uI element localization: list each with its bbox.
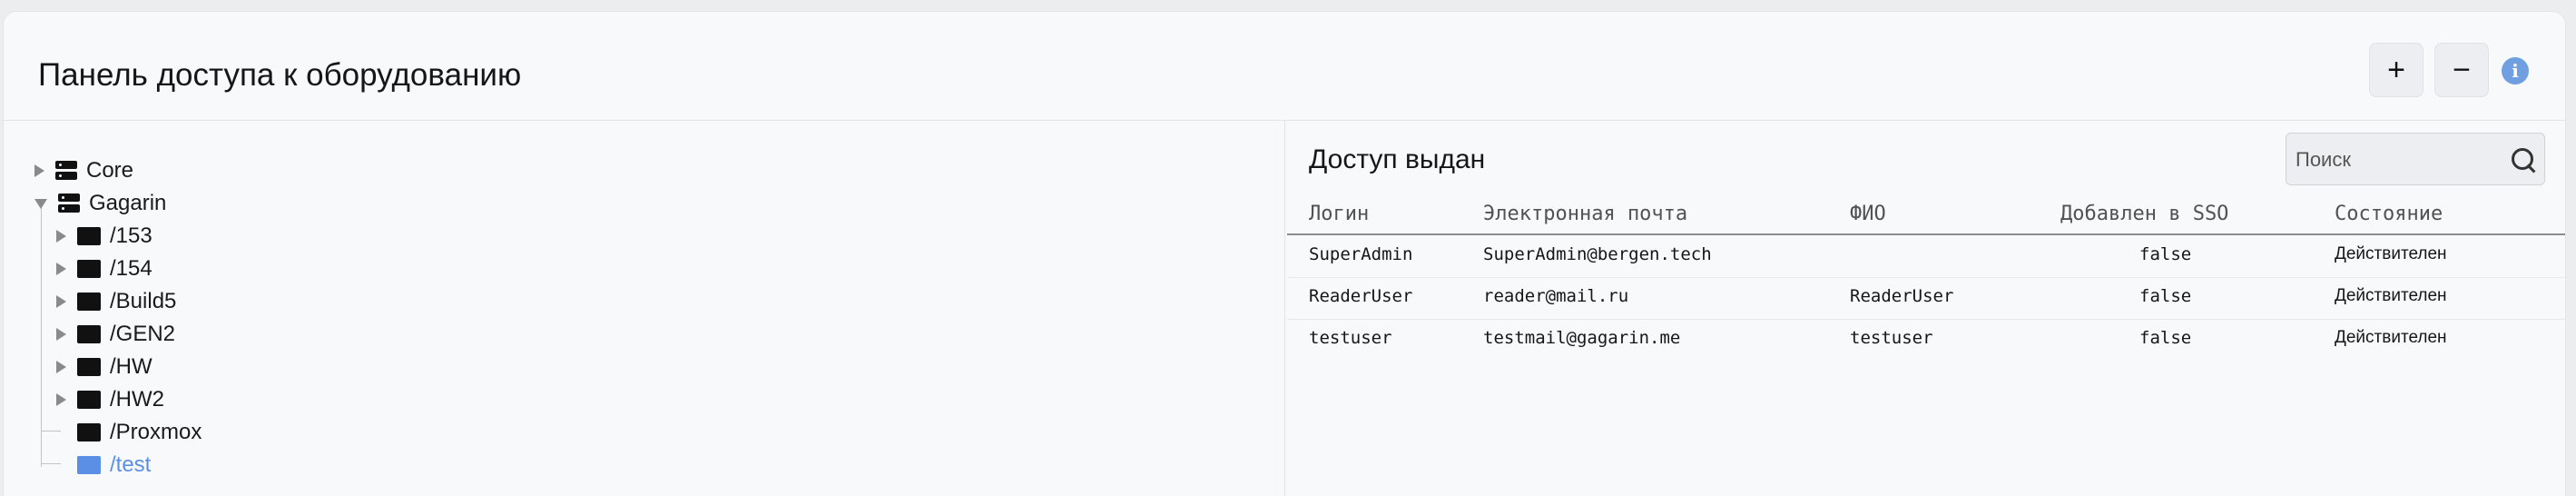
collapse-caret-icon[interactable]: [34, 198, 47, 209]
section-title: Доступ выдан: [1309, 144, 1486, 174]
row-divider: [1287, 319, 2565, 320]
row-divider: [1287, 277, 2565, 278]
cell-login: SuperAdmin: [1309, 244, 1413, 264]
page-title: Панель доступа к оборудованию: [38, 57, 522, 93]
expand-caret-icon[interactable]: [56, 263, 66, 275]
tree-item-label: /Build5: [110, 289, 177, 313]
column-header-email[interactable]: Электронная почта: [1483, 203, 1687, 225]
server-icon: [58, 193, 80, 213]
expand-caret-icon[interactable]: [56, 230, 66, 243]
expand-caret-icon[interactable]: [56, 361, 66, 373]
cell-email: reader@mail.ru: [1483, 286, 1629, 306]
tree-item-label: /154: [110, 256, 152, 281]
expand-caret-icon[interactable]: [56, 328, 66, 341]
cell-state: Действителен: [2335, 328, 2447, 347]
tree-item-label: /HW2: [110, 387, 164, 412]
folder-icon: [77, 391, 101, 409]
column-header-sso[interactable]: Добавлен в SSO: [2060, 203, 2228, 225]
tree-item-gagarin[interactable]: Gagarin: [34, 188, 166, 219]
folder-icon: [77, 325, 101, 343]
search-input[interactable]: [2294, 146, 2506, 174]
tree-item-154[interactable]: /154: [56, 253, 152, 284]
folder-icon: [77, 260, 101, 278]
cell-login: testuser: [1309, 328, 1392, 348]
table-header-divider: [1287, 233, 2565, 235]
add-button[interactable]: +: [2369, 43, 2424, 97]
folder-icon: [77, 358, 101, 376]
tree-guide: [41, 205, 42, 467]
tree-item-build5[interactable]: /Build5: [56, 286, 176, 317]
cell-state: Действителен: [2335, 244, 2447, 263]
expand-caret-icon[interactable]: [56, 393, 66, 406]
info-icon[interactable]: i: [2502, 57, 2529, 84]
column-header-login[interactable]: Логин: [1309, 203, 1369, 225]
remove-button[interactable]: −: [2434, 43, 2489, 97]
tree-item-label: /HW: [110, 354, 152, 379]
expand-caret-icon[interactable]: [56, 295, 66, 308]
tree-item-core[interactable]: Core: [34, 155, 133, 186]
tree-item-hw2[interactable]: /HW2: [56, 384, 164, 415]
cell-sso: false: [2139, 328, 2192, 348]
access-panel: Панель доступа к оборудованию + − i Core…: [4, 12, 2565, 496]
column-header-state[interactable]: Состояние: [2335, 203, 2443, 225]
folder-icon: [77, 293, 101, 311]
tree-item-label: Gagarin: [89, 191, 167, 215]
cell-email: SuperAdmin@bergen.tech: [1483, 244, 1712, 264]
cell-fio: ReaderUser: [1850, 286, 1954, 306]
tree-item-label: /test: [110, 452, 152, 477]
search-box[interactable]: [2286, 133, 2545, 185]
column-header-fio[interactable]: ФИО: [1850, 203, 1886, 225]
tree-item-153[interactable]: /153: [56, 221, 152, 252]
cell-sso: false: [2139, 244, 2192, 264]
folder-icon: [77, 423, 101, 441]
tree-item-label: /153: [110, 223, 152, 248]
folder-icon: [77, 227, 101, 245]
cell-fio: testuser: [1850, 328, 1933, 348]
folder-icon: [77, 456, 101, 474]
tree-item-label: /Proxmox: [110, 420, 202, 444]
tree-item-label: /GEN2: [110, 322, 176, 346]
search-icon[interactable]: [2512, 148, 2533, 170]
tree-item-proxmox[interactable]: /Proxmox: [56, 417, 202, 448]
cell-state: Действителен: [2335, 286, 2447, 305]
tree-item-gen2[interactable]: /GEN2: [56, 319, 175, 350]
server-icon: [55, 161, 77, 181]
cell-sso: false: [2139, 286, 2192, 306]
tree-item-label: Core: [86, 158, 134, 183]
tree-item-hw[interactable]: /HW: [56, 352, 152, 382]
panel-divider: [1284, 121, 1285, 496]
cell-login: ReaderUser: [1309, 286, 1413, 306]
expand-caret-icon[interactable]: [34, 164, 44, 177]
cell-email: testmail@gagarin.me: [1483, 328, 1681, 348]
tree-item-test[interactable]: /test: [56, 450, 151, 481]
